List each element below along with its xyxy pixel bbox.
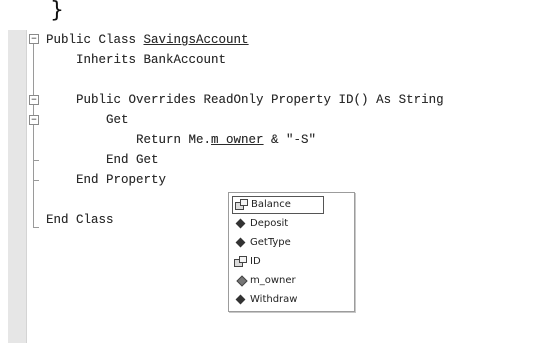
code-identifier: SavingsAccount [143,33,249,47]
property-icon [234,256,248,268]
code-line[interactable]: Get [46,110,129,130]
code-text-tail: & "-S" [263,133,317,147]
code-editor[interactable]: − − − Public Class SavingsAccount Inheri… [0,30,553,343]
editor-gutter [8,30,27,343]
intellisense-item-label: m_owner [250,275,296,286]
collapse-class-icon[interactable]: − [29,34,39,44]
code-text: Public Class [46,33,144,47]
class-outline-end [33,227,39,228]
code-text: End Class [46,213,114,227]
intellisense-item-id[interactable]: ID [232,253,324,271]
intellisense-item-label: Balance [251,199,291,210]
intellisense-member-list[interactable]: Balance Deposit GetType ID m_owner Withdraw [228,192,355,312]
intellisense-item-gettype[interactable]: GetType [232,234,324,252]
method-icon [234,294,248,306]
code-text: Inherits BankAccount [76,53,227,67]
code-line[interactable]: End Class [46,210,114,230]
get-outline-end [33,160,39,161]
intellisense-item-m-owner[interactable]: m_owner [232,272,324,290]
outlining-margin: − − − [28,30,40,343]
method-icon [234,237,248,249]
intellisense-item-label: ID [250,256,261,267]
code-line[interactable]: Public Class SavingsAccount [46,30,249,50]
field-icon [234,275,248,287]
property-outline-line [33,100,34,180]
property-outline-end [33,180,39,181]
code-text: Get [106,113,129,127]
code-line[interactable]: Public Overrides ReadOnly Property ID() … [46,90,444,110]
code-line[interactable]: End Get [46,150,159,170]
intellisense-item-withdraw[interactable]: Withdraw [232,291,324,309]
property-icon [235,199,249,211]
intellisense-item-label: Withdraw [250,294,298,305]
code-line[interactable]: Inherits BankAccount [46,50,226,70]
stray-closing-brace: } [50,0,64,23]
code-line[interactable]: End Property [46,170,166,190]
intellisense-item-label: Deposit [250,218,289,229]
code-text: End Property [76,173,167,187]
code-identifier: m_owner [211,133,264,147]
intellisense-item-deposit[interactable]: Deposit [232,215,324,233]
code-text: End Get [106,153,159,167]
intellisense-item-balance[interactable]: Balance [232,196,324,214]
code-line[interactable]: Return Me.m_owner & "-S" [46,130,316,150]
method-icon [234,218,248,230]
code-text: Public Overrides ReadOnly Property ID() … [76,93,444,107]
collapse-get-icon[interactable]: − [29,115,39,125]
intellisense-item-label: GetType [250,237,291,248]
code-text: Return Me. [136,133,212,147]
collapse-property-icon[interactable]: − [29,95,39,105]
